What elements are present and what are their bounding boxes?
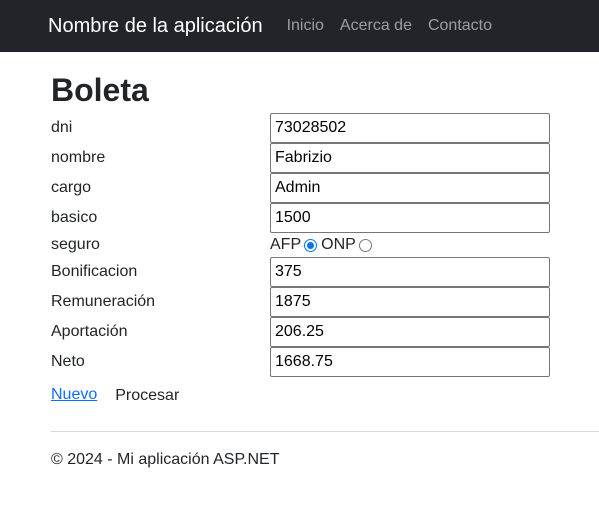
aportacion-label: Aportación [51, 323, 128, 340]
bonificacion-input[interactable] [270, 257, 550, 287]
row-basico: basico [51, 203, 599, 233]
seguro-label: seguro [51, 236, 100, 253]
app-brand[interactable]: Nombre de la aplicación [48, 15, 263, 38]
neto-input[interactable] [270, 347, 550, 377]
basico-input[interactable] [270, 203, 550, 233]
basico-label: basico [51, 209, 98, 226]
onp-radio[interactable] [358, 238, 372, 252]
footer: © 2024 - Mi aplicación ASP.NET [0, 432, 599, 469]
bonificacion-label: Bonificacion [51, 263, 138, 280]
nav-link-contacto[interactable]: Contacto [428, 17, 492, 35]
row-aportacion: Aportación [51, 317, 599, 347]
form-actions: Nuevo Procesar [51, 385, 599, 405]
main-content: Boleta dni nombre cargo basico seguro AF… [0, 52, 599, 405]
row-seguro: seguro AFP ONP [51, 233, 599, 257]
aportacion-input[interactable] [270, 317, 550, 347]
row-bonificacion: Bonificacion [51, 257, 599, 287]
afp-label: AFP [270, 236, 302, 253]
nombre-label: nombre [51, 149, 106, 166]
nombre-input[interactable] [270, 143, 550, 173]
dni-label: dni [51, 119, 73, 136]
cargo-label: cargo [51, 179, 92, 196]
row-neto: Neto [51, 347, 599, 377]
onp-label: ONP [321, 236, 356, 253]
cargo-input[interactable] [270, 173, 550, 203]
nav-link-inicio[interactable]: Inicio [287, 17, 324, 35]
page-title: Boleta [51, 72, 149, 108]
row-cargo: cargo [51, 173, 599, 203]
neto-label: Neto [51, 353, 85, 370]
row-dni: dni [51, 113, 599, 143]
footer-text: © 2024 - Mi aplicación ASP.NET [51, 451, 280, 468]
row-remuneracion: Remuneración [51, 287, 599, 317]
nav-link-acerca-de[interactable]: Acerca de [340, 17, 412, 35]
procesar-button[interactable]: Procesar [115, 387, 179, 405]
afp-radio[interactable] [304, 238, 318, 252]
top-navbar: Nombre de la aplicación Inicio Acerca de… [0, 0, 599, 52]
seguro-radio-group: AFP ONP [270, 236, 376, 254]
dni-input[interactable] [270, 113, 550, 143]
remuneracion-label: Remuneración [51, 293, 156, 310]
row-nombre: nombre [51, 143, 599, 173]
remuneracion-input[interactable] [270, 287, 550, 317]
nuevo-link[interactable]: Nuevo [51, 386, 97, 404]
